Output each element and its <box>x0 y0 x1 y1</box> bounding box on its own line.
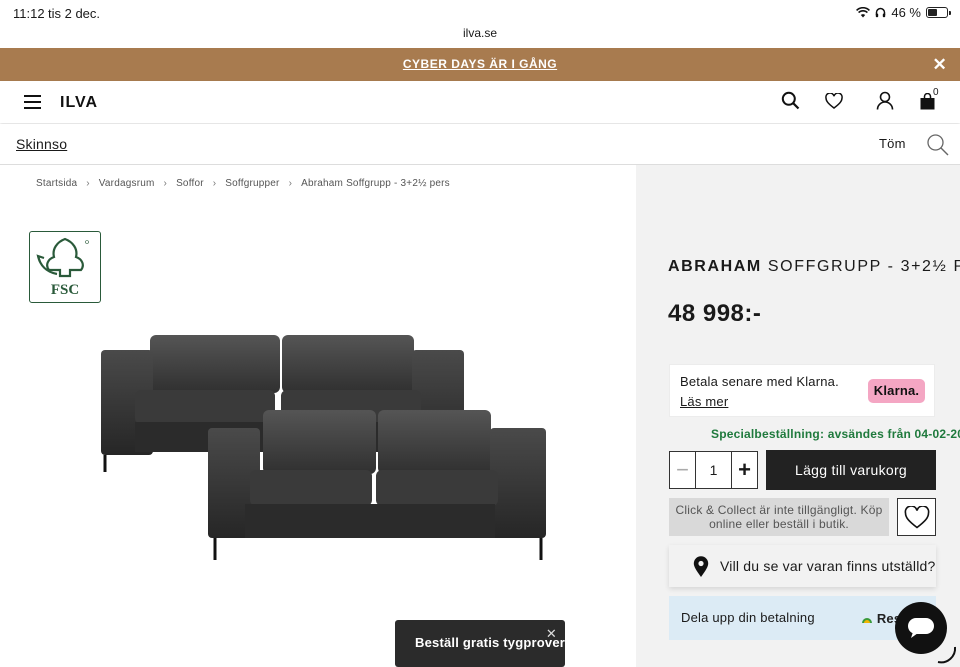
breadcrumb-item[interactable]: Vardagsrum <box>99 178 155 189</box>
resurs-logo-icon <box>862 618 872 623</box>
toast-close-button[interactable]: ✕ <box>546 626 557 642</box>
promo-banner-link[interactable]: CYBER DAYS ÄR I GÅNG <box>0 57 960 71</box>
klarna-box: Betala senare med Klarna. Läs mer Klarna… <box>669 364 935 417</box>
search-clear-button[interactable]: Töm <box>879 136 906 151</box>
wifi-icon <box>856 7 871 18</box>
klarna-text: Betala senare med Klarna. <box>680 374 839 389</box>
in-store-label: Vill du se var varan finns utställd? <box>720 558 936 574</box>
account-icon[interactable] <box>876 91 894 110</box>
browser-url-bar[interactable]: ilva.se <box>0 22 960 48</box>
heart-icon[interactable] <box>825 93 843 109</box>
quantity-increase-button[interactable]: + <box>731 452 757 488</box>
fsc-label: FSC <box>51 282 79 298</box>
heart-icon <box>904 506 930 529</box>
breadcrumb-current: Abraham Soffgrupp - 3+2½ pers <box>301 178 450 189</box>
breadcrumb-item[interactable]: Soffor <box>176 178 204 189</box>
quantity-stepper: − 1 + <box>669 451 758 489</box>
breadcrumb-item[interactable]: Soffgrupper <box>225 178 279 189</box>
status-indicators: 46 % <box>856 5 951 20</box>
fabric-sample-toast[interactable]: Beställ gratis tygprover ✕ <box>395 620 565 667</box>
product-brand: ABRAHAM <box>668 258 762 275</box>
location-pin-icon <box>693 556 709 577</box>
klarna-read-more-link[interactable]: Läs mer <box>680 394 728 409</box>
status-date: tis 2 dec. <box>48 6 101 21</box>
url-text[interactable]: ilva.se <box>0 26 960 40</box>
fsc-badge: FSC <box>29 231 101 303</box>
search-bar: Skinnso Töm <box>0 124 960 165</box>
quantity-input[interactable]: 1 <box>696 452 731 488</box>
menu-icon[interactable] <box>24 95 41 109</box>
product-name: SOFFGRUPP - 3+2½ PERS <box>767 258 960 275</box>
cart-count-badge: 0 <box>933 87 939 98</box>
breadcrumb-item[interactable]: Startsida <box>36 178 77 189</box>
in-store-button[interactable]: Vill du se var varan finns utställd? <box>669 545 936 587</box>
status-time: 11:12 <box>13 6 45 21</box>
product-image[interactable] <box>95 320 555 570</box>
site-header: ILVA <box>0 81 960 123</box>
split-payment-label: Dela upp din betalning <box>681 610 815 625</box>
search-submit-icon[interactable] <box>926 133 949 156</box>
battery-percent: 46 % <box>891 5 921 20</box>
breadcrumb: Startsida › Vardagsrum › Soffor › Soffgrupp… <box>36 178 450 189</box>
site-logo[interactable]: ILVA <box>60 94 98 112</box>
banner-close-button[interactable]: ✕ <box>933 55 947 75</box>
search-input[interactable]: Skinnso <box>16 136 67 152</box>
chat-bubble-icon <box>908 618 934 638</box>
promo-banner: CYBER DAYS ÄR I GÅNG ✕ <box>0 48 960 81</box>
battery-icon <box>926 7 951 18</box>
headphones-icon <box>876 7 886 18</box>
product-price: 48 998:- <box>668 300 762 327</box>
add-to-cart-button[interactable]: Lägg till varukorg <box>766 450 936 490</box>
fabric-sample-label[interactable]: Beställ gratis tygprover <box>415 635 565 650</box>
scroll-indicator <box>937 646 957 664</box>
product-title: ABRAHAM SOFFGRUPP - 3+2½ PERS <box>668 258 960 276</box>
quantity-decrease-button[interactable]: − <box>670 452 696 488</box>
klarna-logo: Klarna. <box>868 379 925 403</box>
wishlist-button[interactable] <box>897 498 936 536</box>
search-icon[interactable] <box>781 91 800 110</box>
special-order-notice: Specialbeställning: avsändes från 04-02-… <box>711 427 960 441</box>
fsc-tree-logo: FSC <box>36 237 89 298</box>
click-collect-notice: Click & Collect är inte tillgängligt. Kö… <box>669 498 889 536</box>
